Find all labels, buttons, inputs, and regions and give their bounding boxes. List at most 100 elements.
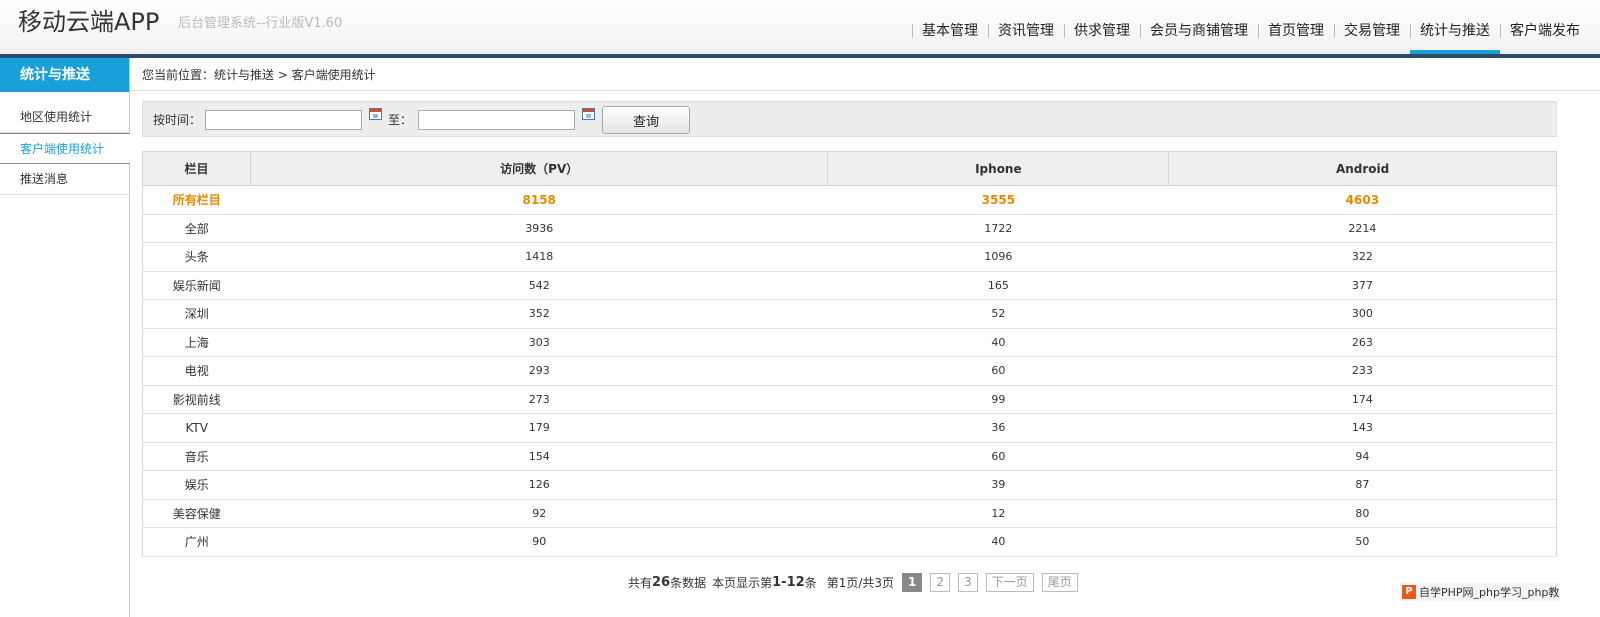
cell-android: 94 [1168,442,1557,471]
cell-pv: 179 [250,413,828,443]
cell-name: 娱乐 [142,470,251,500]
app-title: 移动云端APP [18,8,160,36]
cell-iphone: 99 [827,385,1169,414]
cell-name: 所有栏目 [142,185,251,215]
cell-name: KTV [142,413,251,443]
cell-iphone: 52 [827,299,1169,329]
cell-pv: 126 [250,470,828,500]
table-row: 音乐 154 60 94 [142,442,1557,471]
table-row-total: 所有栏目 8158 3555 4603 [142,185,1557,215]
cell-pv: 303 [250,328,828,357]
cell-pv: 90 [250,527,828,557]
calendar-icon[interactable] [369,108,382,120]
cell-android: 233 [1168,356,1557,386]
cell-iphone: 39 [827,470,1169,500]
cell-iphone: 60 [827,356,1169,386]
pager-show-prefix: 本页显示第 [712,575,773,590]
nav-news[interactable]: 资讯管理 [988,20,1064,54]
cell-pv: 8158 [250,185,828,215]
end-date-input[interactable] [418,110,575,130]
cell-android: 263 [1168,328,1557,357]
calendar-icon[interactable] [582,108,595,120]
cell-pv: 1418 [250,242,828,272]
filter-to-label: 至： [388,113,413,127]
pager-total-count: 26 [652,574,671,590]
table-row: 影视前线 273 99 174 [142,385,1557,414]
cell-name: 娱乐新闻 [142,271,251,300]
filter-bar: 按时间： 至： 查询 [142,101,1557,137]
watermark: P 自学PHP网_php学习_php教 [1402,583,1560,601]
sidebar-title: 统计与推送 [0,58,129,92]
cell-pv: 293 [250,356,828,386]
next-page-button[interactable]: 下一页 [985,572,1034,592]
pagination: 共有 26 条数据 本页显示第 1-12 条 第1页/共3页 1 2 3 下一页 尾页 [628,571,1078,593]
col-header-android: Android [1168,151,1557,186]
cell-name: 美容保健 [142,499,251,528]
watermark-text: 自学PHP网_php学习_php教 [1419,586,1560,599]
table-row: 娱乐新闻 542 165 377 [142,271,1557,300]
cell-iphone: 40 [827,527,1169,557]
breadcrumb-divider [130,90,1600,91]
cell-iphone: 40 [827,328,1169,357]
stats-table: 栏目 访问数（PV） Iphone Android 所有栏目 8158 3555… [142,151,1557,557]
nav-basic[interactable]: 基本管理 [912,20,988,54]
app-header: 移动云端APP 后台管理系统--行业版V1.60 基本管理 资讯管理 供求管理 … [0,0,1600,54]
cell-pv: 154 [250,442,828,471]
cell-pv: 542 [250,271,828,300]
cell-iphone: 3555 [827,185,1169,215]
last-page-button[interactable]: 尾页 [1041,572,1078,592]
nav-homepage[interactable]: 首页管理 [1258,20,1334,54]
header-divider [0,54,1600,58]
top-nav: 基本管理 资讯管理 供求管理 会员与商铺管理 首页管理 交易管理 统计与推送 客… [912,20,1590,54]
table-row: 上海 303 40 263 [142,328,1557,357]
page-2-button[interactable]: 2 [930,572,951,592]
nav-trade[interactable]: 交易管理 [1334,20,1410,54]
page-3-button[interactable]: 3 [958,572,978,592]
cell-android: 50 [1168,527,1557,557]
cell-android: 300 [1168,299,1557,329]
table-row: KTV 179 36 143 [142,413,1557,443]
nav-client-release[interactable]: 客户端发布 [1500,20,1590,54]
table-body: 所有栏目 8158 3555 4603 全部 3936 1722 2214 头条 1418… [142,185,1557,557]
start-date-input[interactable] [205,110,362,130]
cell-android: 4603 [1168,185,1557,215]
nav-stats-push[interactable]: 统计与推送 [1410,20,1500,54]
cell-name: 电视 [142,356,251,386]
nav-members-shops[interactable]: 会员与商铺管理 [1140,20,1258,54]
cell-pv: 273 [250,385,828,414]
sidebar-item-client-stats[interactable]: 客户端使用统计 [0,133,130,164]
cell-android: 87 [1168,470,1557,500]
pager-show-suffix: 条 [804,575,817,590]
cell-name: 深圳 [142,299,251,329]
pager-total-prefix: 共有 [628,575,653,590]
cell-iphone: 165 [827,271,1169,300]
table-row: 全部 3936 1722 2214 [142,214,1557,243]
cell-name: 头条 [142,242,251,272]
cell-iphone: 1722 [827,214,1169,243]
breadcrumb: 您当前位置：统计与推送 > 客户端使用统计 [142,68,376,82]
pager-show-range: 1-12 [772,574,805,590]
cell-name: 音乐 [142,442,251,471]
table-header-row: 栏目 访问数（PV） Iphone Android [142,151,1557,186]
filter-time-label: 按时间： [153,113,202,127]
table-row: 娱乐 126 39 87 [142,470,1557,500]
nav-supply[interactable]: 供求管理 [1064,20,1140,54]
cell-android: 322 [1168,242,1557,272]
sidebar-item-push-messages[interactable]: 推送消息 [0,164,129,195]
sidebar-item-region-stats[interactable]: 地区使用统计 [0,102,129,133]
query-button[interactable]: 查询 [602,106,690,134]
cell-pv: 92 [250,499,828,528]
app-subtitle: 后台管理系统--行业版V1.60 [178,16,343,31]
cell-android: 174 [1168,385,1557,414]
pager-total-suffix: 条数据 [670,575,707,590]
pager-page-info: 第1页/共3页 [826,575,895,590]
page-1-button[interactable]: 1 [902,572,923,592]
table-row: 美容保健 92 12 80 [142,499,1557,528]
table-row: 广州 90 40 50 [142,527,1557,557]
cell-iphone: 12 [827,499,1169,528]
cell-iphone: 60 [827,442,1169,471]
cell-android: 80 [1168,499,1557,528]
col-header-iphone: Iphone [827,151,1170,186]
col-header-column: 栏目 [142,151,251,186]
